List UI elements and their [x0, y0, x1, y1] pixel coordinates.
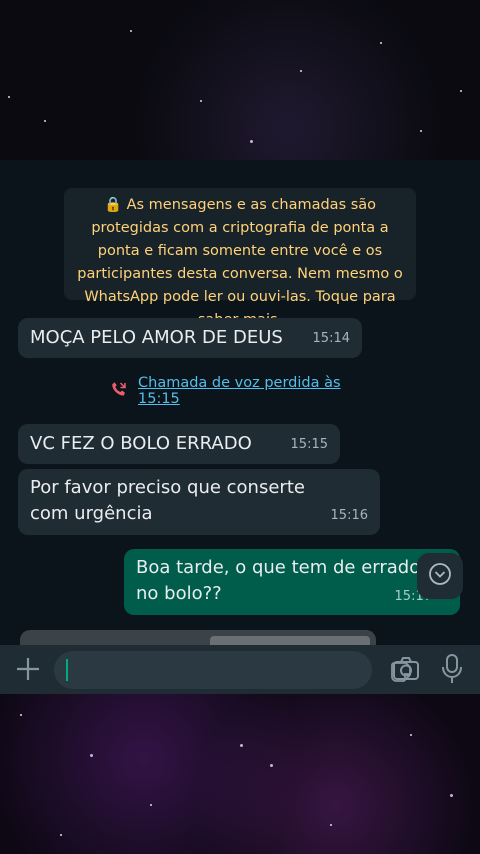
- encryption-notice[interactable]: 🔒 As mensagens e as chamadas são protegi…: [64, 188, 416, 328]
- camera-icon[interactable]: [392, 656, 420, 682]
- message-text: VC FEZ O BOLO ERRADO: [30, 433, 252, 454]
- plus-icon[interactable]: [14, 655, 42, 683]
- wallpaper-top: [0, 0, 480, 160]
- missed-call-notice[interactable]: Chamada de voz perdida às 15:15: [104, 374, 386, 408]
- wallpaper-bottom: [0, 694, 480, 854]
- message-text: Por favor preciso que conserte com urgên…: [30, 477, 305, 524]
- message-time: 15:16: [330, 508, 368, 523]
- scroll-down-button[interactable]: [417, 553, 463, 599]
- message-time: 15:14: [312, 331, 350, 346]
- message-text: MOÇA PELO AMOR DE DEUS: [30, 327, 283, 348]
- image-message-preview[interactable]: [20, 630, 376, 645]
- message-bubble-incoming[interactable]: Por favor preciso que conserte com urgên…: [18, 469, 380, 535]
- missed-call-icon: [110, 380, 128, 402]
- text-cursor: [66, 659, 68, 681]
- mic-icon[interactable]: [440, 653, 464, 685]
- message-input[interactable]: [54, 651, 411, 689]
- chat-area[interactable]: 🔒 As mensagens e as chamadas são protegi…: [0, 160, 480, 645]
- missed-call-label: Chamada de voz perdida às 15:15: [138, 375, 341, 407]
- chevron-down-icon: [428, 562, 452, 590]
- message-text: Boa tarde, o que tem de errado no bolo??: [136, 557, 421, 604]
- message-bubble-incoming[interactable]: VC FEZ O BOLO ERRADO 15:15: [18, 424, 340, 464]
- message-bubble-incoming[interactable]: MOÇA PELO AMOR DE DEUS 15:14: [18, 318, 362, 358]
- composer-bar: [0, 645, 480, 694]
- message-time: 15:15: [290, 437, 328, 452]
- message-bubble-outgoing[interactable]: Boa tarde, o que tem de errado no bolo??…: [124, 549, 460, 615]
